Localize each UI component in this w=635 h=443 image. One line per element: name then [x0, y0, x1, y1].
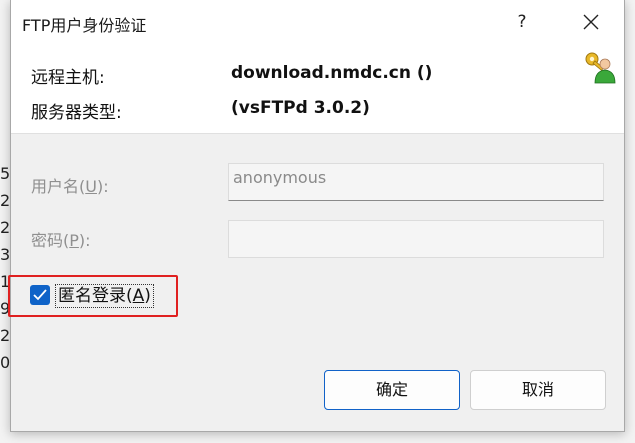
- password-label: 密码(P):: [31, 231, 91, 250]
- username-field[interactable]: anonymous: [228, 163, 604, 201]
- ok-button[interactable]: 确定: [324, 370, 460, 410]
- server-type-value: (vsFTPd 3.0.2): [231, 98, 370, 118]
- host-value: download.nmdc.cn (): [231, 63, 433, 83]
- close-button[interactable]: [571, 6, 611, 38]
- server-info-panel: 远程主机: download.nmdc.cn () 服务器类型: (vsFTPd…: [11, 46, 624, 134]
- cancel-button[interactable]: 取消: [470, 370, 606, 410]
- password-field[interactable]: [228, 220, 604, 258]
- server-type-label: 服务器类型:: [31, 103, 122, 123]
- user-key-icon: [585, 52, 616, 84]
- host-label: 远程主机:: [31, 68, 105, 88]
- close-icon: [583, 14, 599, 30]
- dialog-title: FTP用户身份验证: [22, 16, 147, 35]
- check-icon: [33, 289, 47, 301]
- anonymous-login-label[interactable]: 匿名登录(A): [55, 284, 154, 308]
- anonymous-login-checkbox[interactable]: [30, 285, 50, 305]
- help-button[interactable]: ?: [507, 6, 537, 38]
- username-label: 用户名(U):: [31, 177, 109, 196]
- dialog-titlebar: FTP用户身份验证 ?: [11, 0, 624, 46]
- ftp-auth-dialog: FTP用户身份验证 ? 远程主机: download.nmdc.cn () 服务…: [8, 0, 625, 432]
